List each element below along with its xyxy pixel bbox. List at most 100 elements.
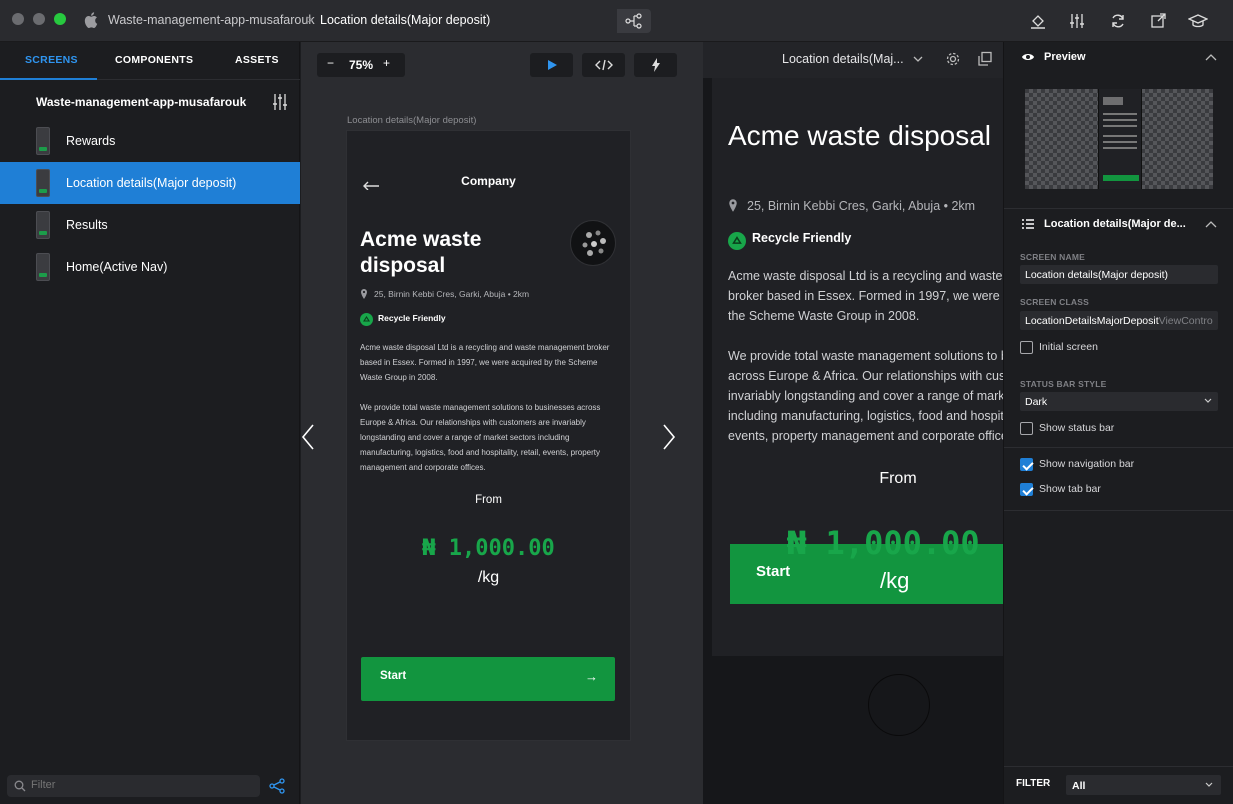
show-navigation-bar-checkbox[interactable] <box>1020 458 1033 471</box>
flow-icon <box>625 13 642 29</box>
show-tab-bar-checkbox[interactable] <box>1020 483 1033 496</box>
company-address: 25, Birnin Kebbi Cres, Garki, Abuja • 2k… <box>747 199 976 213</box>
breadcrumb-separator: > <box>306 13 314 27</box>
chevron-up-icon[interactable] <box>1205 53 1217 61</box>
screen-header-title: Company <box>461 174 516 188</box>
company-description: Acme waste disposal Ltd is a recycling a… <box>728 266 1003 446</box>
logo-icon <box>582 230 606 256</box>
tab-screens[interactable]: SCREENS <box>25 54 78 66</box>
screen-name-field[interactable]: Location details(Major deposit) <box>1020 265 1218 284</box>
external-link-icon[interactable] <box>1148 11 1168 31</box>
screens-filter <box>7 775 260 797</box>
status-bar-style-label: STATUS BAR STYLE <box>1020 379 1107 389</box>
screen-section-header[interactable]: Location details(Major de... <box>1004 209 1233 239</box>
screen-item-home[interactable]: Home(Active Nav) <box>0 246 300 288</box>
maximize-window-button[interactable] <box>54 13 66 25</box>
design-canvas[interactable]: − 75% + Location details(Major deposit) … <box>301 42 703 804</box>
location-pin-icon <box>361 289 367 299</box>
chevron-left-icon[interactable] <box>301 424 315 450</box>
chevron-up-icon[interactable] <box>1205 220 1217 228</box>
screen-item-results[interactable]: Results <box>0 204 300 246</box>
price-from-label: From <box>475 494 502 506</box>
price-value: ₦ 1,000.00 <box>787 524 980 562</box>
company-title: Acme waste disposal <box>360 228 482 277</box>
code-icon <box>594 59 613 71</box>
screen-class-value: LocationDetailsMajorDeposit <box>1025 315 1159 327</box>
minimize-window-button[interactable] <box>33 13 45 25</box>
duplicate-icon[interactable] <box>977 51 993 67</box>
recycle-badge-label: Recycle Friendly <box>378 313 446 323</box>
description-paragraph: Acme waste disposal Ltd is a recycling a… <box>728 269 1003 323</box>
filter-input[interactable] <box>31 779 251 791</box>
title-bar: Waste-management-app-musafarouk > Locati… <box>0 0 1233 804</box>
description-paragraph: Acme waste disposal Ltd is a recycling a… <box>360 343 610 382</box>
screen-class-label: SCREEN CLASS <box>1020 297 1089 307</box>
home-button[interactable] <box>868 674 930 736</box>
company-logo <box>570 220 616 266</box>
gear-icon[interactable] <box>945 51 961 67</box>
device-screen-selector[interactable]: Location details(Maj... <box>782 52 904 66</box>
location-pin-icon <box>729 199 737 212</box>
sidebar-tabs: SCREENS COMPONENTS ASSETS <box>0 42 300 80</box>
show-status-bar-label: Show status bar <box>1039 422 1115 434</box>
flow-view-toggle[interactable] <box>617 9 651 33</box>
divider <box>1004 510 1233 511</box>
search-icon <box>14 780 26 792</box>
filter-select[interactable]: All <box>1066 775 1221 795</box>
zoom-in-button[interactable]: + <box>383 56 390 70</box>
price-from-label: From <box>879 470 917 487</box>
device-preview: Location details(Maj... Acme waste dispo… <box>703 42 1003 804</box>
screen-preview-thumbnail <box>1025 89 1213 189</box>
refresh-icon[interactable] <box>1108 11 1128 31</box>
status-bar-style-select[interactable]: Dark <box>1020 392 1218 411</box>
code-button[interactable] <box>582 53 625 77</box>
bolt-button[interactable] <box>634 53 677 77</box>
active-tab-indicator <box>0 78 97 80</box>
play-button[interactable] <box>530 53 573 77</box>
screen-thumbnail <box>36 127 50 155</box>
description-paragraph: We provide total waste management soluti… <box>728 349 1003 443</box>
graduation-cap-icon[interactable] <box>1188 11 1208 31</box>
bolt-icon <box>651 58 660 72</box>
artboard-label: Location details(Major deposit) <box>347 115 477 126</box>
eye-icon <box>1022 54 1034 60</box>
arrow-right-icon: → <box>585 669 598 684</box>
sliders-icon[interactable] <box>1067 11 1087 31</box>
artboard-location-details[interactable]: Company Acme waste disposal 25, Birnin K… <box>346 130 631 741</box>
show-tab-bar-label: Show tab bar <box>1039 483 1101 495</box>
start-button[interactable]: Start → <box>361 657 615 701</box>
screen-item-location-details[interactable]: Location details(Major deposit) <box>0 162 300 204</box>
initial-screen-label: Initial screen <box>1039 341 1098 353</box>
device-screen[interactable]: Acme waste disposal 25, Birnin Kebbi Cre… <box>712 78 1003 656</box>
breadcrumb-project[interactable]: Waste-management-app-musafarouk <box>108 13 315 27</box>
divider <box>1004 766 1233 767</box>
recycle-icon <box>360 313 373 326</box>
initial-screen-checkbox[interactable] <box>1020 341 1033 354</box>
inspector-panel: Preview Location details(Major de... SCR… <box>1003 42 1233 804</box>
chevron-right-icon[interactable] <box>662 424 676 450</box>
share-icon[interactable] <box>268 777 286 795</box>
tab-assets[interactable]: ASSETS <box>235 54 279 66</box>
recycle-icon <box>728 232 746 250</box>
preview-section-header[interactable]: Preview <box>1004 42 1233 72</box>
start-button-label: Start <box>380 670 407 682</box>
screen-class-suffix: ViewContro <box>1158 315 1213 327</box>
screen-name-label: SCREEN NAME <box>1020 252 1086 262</box>
project-name: Waste-management-app-musafarouk <box>36 95 247 109</box>
screen-thumbnail <box>36 253 50 281</box>
paint-bucket-icon[interactable] <box>1028 11 1048 31</box>
breadcrumb-screen[interactable]: Location details(Major deposit) <box>320 13 490 27</box>
screen-class-field[interactable]: LocationDetailsMajorDepositViewContro <box>1020 311 1218 330</box>
screen-item-rewards[interactable]: Rewards <box>0 120 300 162</box>
chevron-down-icon <box>1205 782 1213 787</box>
show-status-bar-checkbox[interactable] <box>1020 422 1033 435</box>
screen-thumbnail <box>36 211 50 239</box>
tab-components[interactable]: COMPONENTS <box>115 54 193 66</box>
start-button-label: Start <box>756 563 791 580</box>
price-unit: /kg <box>880 568 910 593</box>
screen-item-label: Rewards <box>66 134 116 148</box>
project-settings-icon[interactable] <box>271 93 289 111</box>
chevron-down-icon[interactable] <box>913 54 923 64</box>
zoom-out-button[interactable]: − <box>327 56 334 70</box>
close-window-button[interactable] <box>12 13 24 25</box>
